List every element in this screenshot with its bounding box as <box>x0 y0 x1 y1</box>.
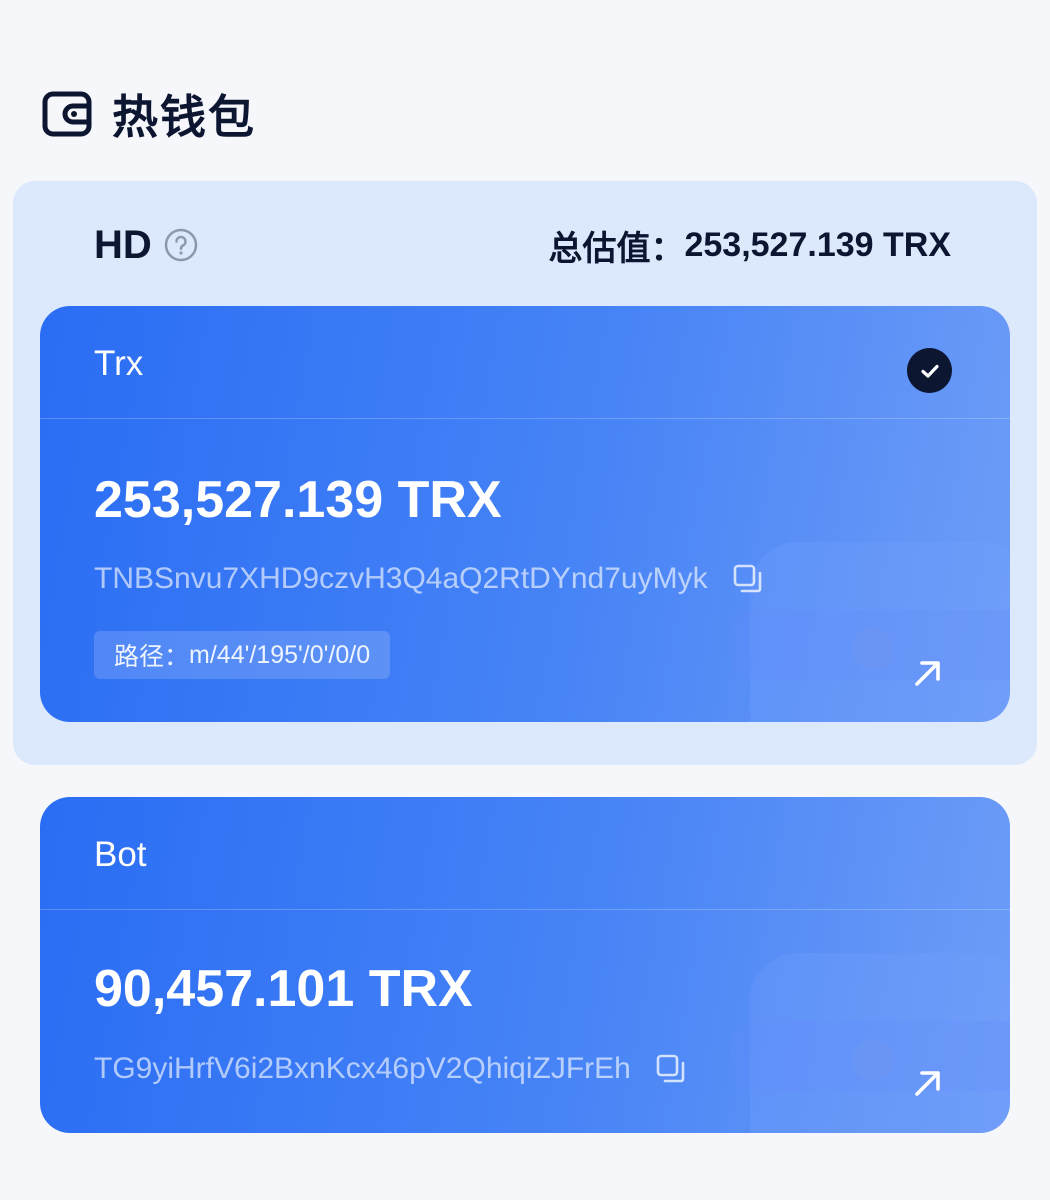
account-card-header: Bot <box>40 797 1010 910</box>
account-card-trx[interactable]: Trx 253,527.139 TRX TNBSnvu7XHD9czvH3Q4a… <box>40 306 1010 722</box>
question-circle-icon[interactable] <box>164 228 198 262</box>
account-balance: 90,457.101 TRX <box>94 960 473 1018</box>
total-valuation-value: 253,527.139 TRX <box>684 225 951 264</box>
hd-label: HD <box>94 222 152 267</box>
derivation-path-tag: 路径： m/44'/195'/0'/0/0 <box>94 631 391 679</box>
account-balance: 253,527.139 TRX <box>94 471 502 529</box>
hot-wallet-page: 热钱包 HD 总估值： 253,527.139 TRX Trx 253,527.… <box>0 0 1050 1200</box>
wallet-illustration <box>730 933 1010 1133</box>
page-header: 热钱包 <box>42 84 256 144</box>
arrow-up-right-icon[interactable] <box>911 1066 945 1100</box>
account-address: TNBSnvu7XHD9czvH3Q4aQ2RtDYnd7uyMyk <box>94 562 708 595</box>
account-address: TG9yiHrfV6i2BxnKcx46pV2QhiqiZJFrEh <box>94 1052 631 1085</box>
arrow-up-right-icon[interactable] <box>911 656 945 690</box>
total-valuation-label: 总估值： <box>548 229 685 268</box>
account-card-bot[interactable]: Bot 90,457.101 TRX TG9yiHrfV6i2BxnKcx46p… <box>40 797 1010 1133</box>
wallet-icon <box>42 91 92 137</box>
derivation-path-label: 路径： <box>114 643 190 671</box>
total-valuation: 总估值： 253,527.139 TRX <box>548 223 951 268</box>
account-address-row: TG9yiHrfV6i2BxnKcx46pV2QhiqiZJFrEh <box>94 1052 687 1086</box>
account-card-header: Trx <box>40 306 1010 419</box>
page-title: 热钱包 <box>112 91 256 143</box>
wallet-illustration <box>730 522 1010 722</box>
copy-icon[interactable] <box>655 1053 687 1085</box>
derivation-path-value: m/44'/195'/0'/0/0 <box>189 640 371 669</box>
account-name: Bot <box>94 835 147 874</box>
hd-group-header: HD <box>94 223 198 267</box>
copy-icon[interactable] <box>732 563 764 595</box>
account-address-row: TNBSnvu7XHD9czvH3Q4aQ2RtDYnd7uyMyk <box>94 562 764 596</box>
account-name: Trx <box>94 344 144 383</box>
selected-check-icon <box>907 348 952 393</box>
